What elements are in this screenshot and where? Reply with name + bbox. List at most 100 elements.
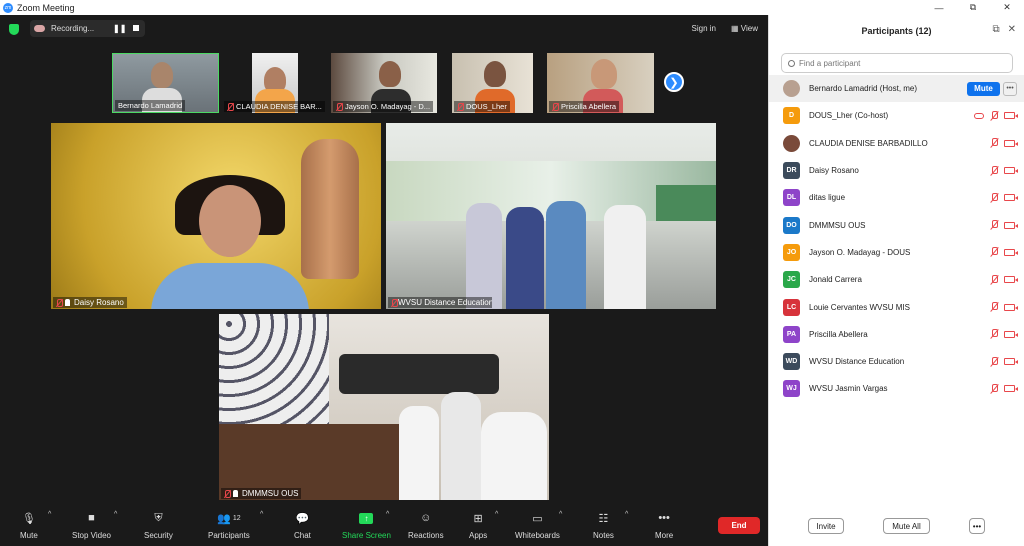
apps-button[interactable]: ⊞ Apps ^ — [469, 511, 498, 540]
more-dots-icon: ••• — [658, 512, 670, 524]
whiteboards-button[interactable]: ▭ Whiteboards ^ — [515, 511, 562, 540]
whiteboard-icon: ▭ — [532, 512, 543, 525]
list-item[interactable]: Bernardo Lamadrid (Host, me) Mute ••• — [769, 75, 1024, 103]
share-screen-label: Share Screen — [342, 531, 391, 540]
clay-jar-image — [301, 139, 359, 279]
sign-in-link[interactable]: Sign in — [692, 24, 716, 33]
list-item[interactable]: WD WVSU Distance Education — [769, 348, 1024, 375]
list-item[interactable]: JO Jayson O. Madayag - DOUS — [769, 239, 1024, 266]
video-off-icon — [1004, 112, 1018, 120]
chat-label: Chat — [294, 531, 311, 540]
search-placeholder: Find a participant — [799, 58, 861, 68]
muted-mic-icon — [990, 274, 998, 285]
mute-all-button[interactable]: Mute All — [883, 518, 930, 534]
avatar: JC — [783, 271, 800, 289]
video-thumbnail[interactable]: CLAUDIA DENISE BAR... — [222, 53, 328, 113]
participant-name: Bernardo Lamadrid — [118, 101, 183, 110]
minimize-button[interactable]: — — [922, 0, 956, 15]
video-tile[interactable]: Daisy Rosano — [51, 123, 381, 309]
video-options-caret-icon[interactable]: ^ — [114, 511, 117, 518]
reactions-button[interactable]: ☺ Reactions — [408, 511, 444, 540]
participants-button[interactable]: 👥 12 Participants ^ — [208, 511, 263, 540]
video-off-icon — [1004, 358, 1018, 366]
recording-indicator: Recording... ❚❚ — [30, 20, 145, 37]
end-meeting-button[interactable]: End — [718, 517, 760, 534]
participant-name: DOUS_Lher — [466, 102, 507, 111]
video-off-icon — [1004, 330, 1018, 338]
notes-button[interactable]: ☷ Notes ^ — [593, 511, 628, 540]
participant-name: Jayson O. Madayag - D... — [345, 102, 431, 111]
muted-mic-icon — [990, 356, 998, 367]
video-off-icon — [1004, 167, 1018, 175]
list-item[interactable]: DL ditas ligue — [769, 184, 1024, 211]
view-button[interactable]: ▦ View — [731, 24, 758, 33]
avatar: DL — [783, 189, 800, 207]
popout-icon[interactable]: ⧉ — [992, 24, 999, 35]
chat-button[interactable]: 💬 Chat — [294, 511, 311, 541]
video-off-icon — [1004, 385, 1018, 393]
video-thumbnail[interactable]: DOUS_Lher — [452, 53, 533, 113]
muted-mic-icon — [457, 102, 464, 111]
avatar: DO — [783, 216, 800, 234]
list-item[interactable]: LC Louie Cervantes WVSU MIS — [769, 293, 1024, 320]
panel-title: Participants (12) — [861, 26, 932, 36]
more-button[interactable]: ••• More — [655, 511, 673, 540]
muted-mic-icon — [990, 220, 998, 230]
notes-icon: ☷ — [598, 512, 609, 525]
share-screen-button[interactable]: ↑ Share Screen ^ — [342, 511, 391, 540]
participant-name: Daisy Rosano — [74, 298, 124, 307]
meeting-toolbar: 🎙 Mute ^ ■ Stop Video ^ ⛨ Security 👥 12 P… — [0, 507, 768, 546]
video-thumbnail[interactable]: Jayson O. Madayag - D... — [331, 53, 437, 113]
video-tile[interactable]: WVSU Distance Education — [386, 123, 716, 309]
stop-video-button[interactable]: ■ Stop Video ^ — [72, 511, 117, 540]
video-thumbnail[interactable]: Priscilla Abellera — [547, 53, 654, 113]
mute-button[interactable]: 🎙 Mute ^ — [20, 511, 51, 540]
mute-label: Mute — [20, 531, 38, 540]
next-page-arrow-icon[interactable]: ❯ — [664, 72, 684, 92]
apps-options-caret-icon[interactable]: ^ — [495, 511, 498, 518]
panel-more-button[interactable]: ••• — [969, 518, 985, 534]
video-thumbnail[interactable]: Bernardo Lamadrid — [112, 53, 219, 113]
more-options-button[interactable]: ••• — [1003, 81, 1017, 96]
reactions-smiley-icon: ☺ — [420, 512, 432, 524]
participants-label: Participants — [208, 531, 250, 540]
security-shield-icon: ⛨ — [154, 511, 163, 524]
participants-icon: 👥 12 — [217, 512, 241, 525]
muted-mic-icon — [336, 102, 343, 111]
participant-search-input[interactable]: Find a participant — [781, 53, 1013, 73]
stop-video-label: Stop Video — [72, 531, 111, 540]
muted-mic-icon — [990, 165, 998, 176]
participant-name: ditas ligue — [809, 193, 846, 203]
participants-panel: Participants (12) ⧉ ✕ Find a participant… — [768, 15, 1024, 546]
maximize-button[interactable]: ⧉ — [956, 0, 990, 15]
list-item[interactable]: DR Daisy Rosano — [769, 157, 1024, 184]
mute-participant-button[interactable]: Mute — [967, 81, 1000, 96]
pause-recording-button[interactable]: ❚❚ — [113, 24, 126, 33]
close-panel-icon[interactable]: ✕ — [1008, 24, 1016, 35]
notes-options-caret-icon[interactable]: ^ — [625, 511, 628, 518]
chat-bubble-icon: 💬 — [295, 512, 310, 525]
share-options-caret-icon[interactable]: ^ — [386, 511, 389, 518]
muted-mic-icon — [990, 383, 998, 394]
whiteboard-options-caret-icon[interactable]: ^ — [559, 511, 562, 518]
stop-recording-button[interactable] — [133, 25, 139, 31]
list-item[interactable]: CLAUDIA DENISE BARBADILLO — [769, 130, 1024, 157]
list-item[interactable]: JC Jonald Carrera — [769, 266, 1024, 293]
muted-mic-icon — [990, 138, 998, 148]
invite-button[interactable]: Invite — [808, 518, 844, 534]
pin-icon — [233, 490, 238, 497]
list-item[interactable]: PA Priscilla Abellera — [769, 321, 1024, 348]
list-item[interactable]: WJ WVSU Jasmin Vargas — [769, 375, 1024, 402]
audio-options-caret-icon[interactable]: ^ — [48, 511, 51, 518]
encryption-shield-icon[interactable] — [9, 23, 19, 35]
participant-name: CLAUDIA DENISE BAR... — [236, 102, 322, 111]
security-button[interactable]: ⛨ Security — [144, 511, 173, 541]
muted-mic-icon — [56, 298, 63, 307]
close-window-button[interactable]: ✕ — [990, 0, 1024, 15]
participants-options-caret-icon[interactable]: ^ — [260, 511, 263, 518]
participant-name: WVSU Distance Education — [398, 298, 492, 307]
avatar: D — [783, 107, 800, 125]
list-item[interactable]: D DOUS_Lher (Co-host) — [769, 102, 1024, 129]
list-item[interactable]: DO DMMMSU OUS — [769, 211, 1024, 238]
video-tile[interactable]: DMMMSU OUS — [219, 314, 549, 500]
